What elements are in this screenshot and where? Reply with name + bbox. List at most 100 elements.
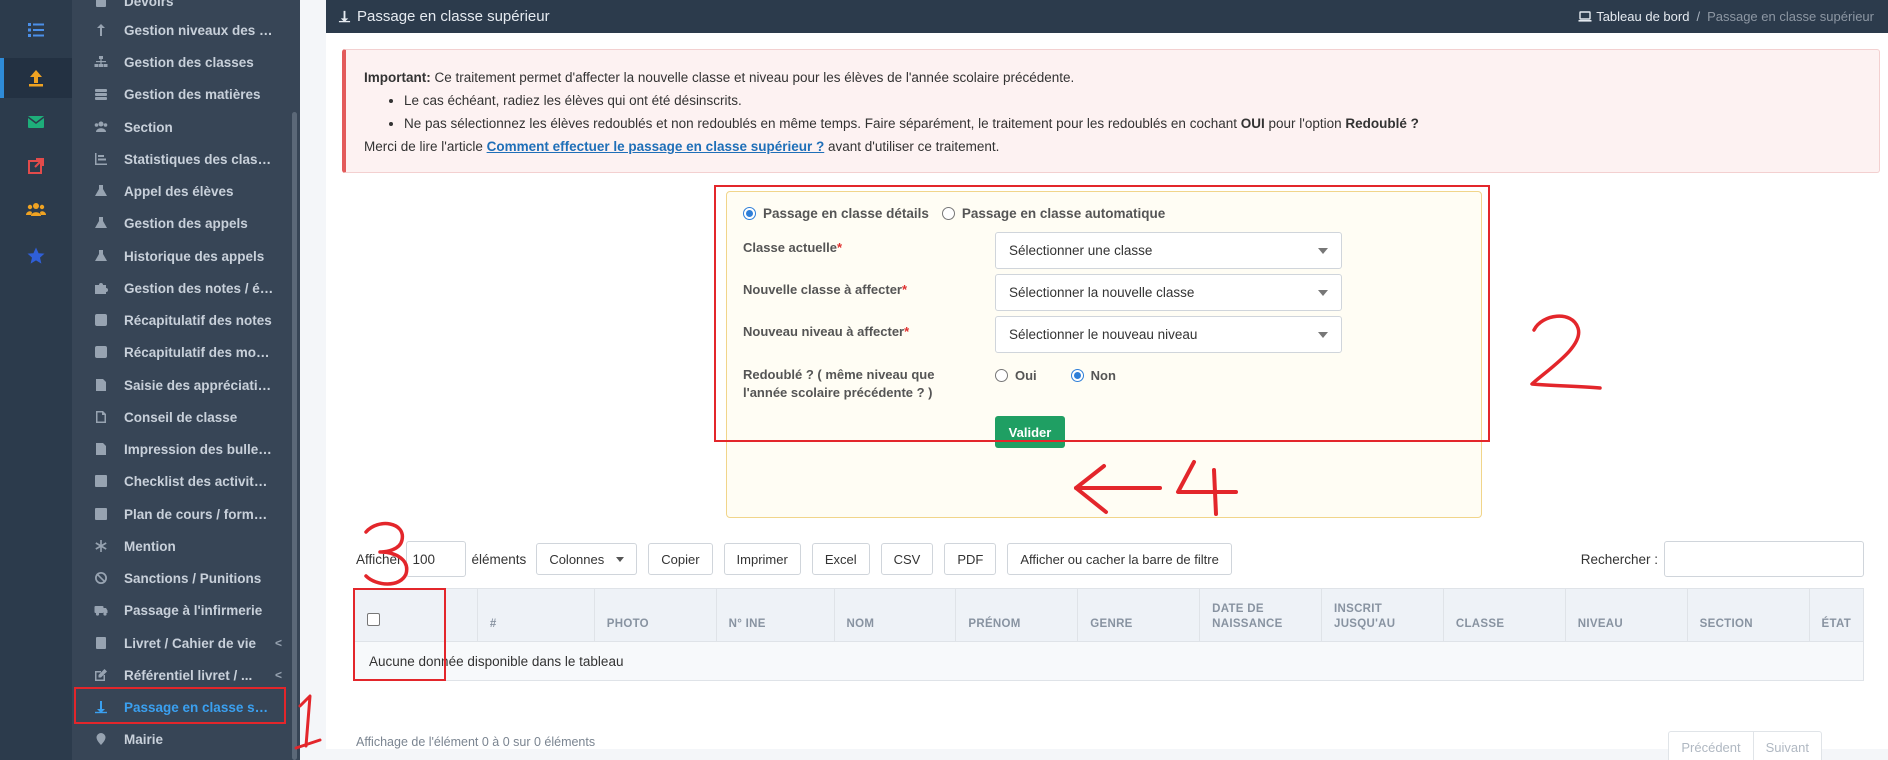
nouveau-niveau-label: Nouveau niveau à affecter*: [743, 324, 910, 339]
upload-icon[interactable]: [0, 58, 72, 98]
bar-chart-icon: [82, 152, 120, 166]
sidebar-item-appel-eleves[interactable]: Appel des élèves: [72, 175, 282, 207]
tasks-icon[interactable]: [0, 10, 72, 50]
next-page-button[interactable]: Suivant: [1752, 732, 1821, 760]
sidebar-item-conseil-classe[interactable]: Conseil de classe: [72, 401, 282, 433]
sidebar-item-label: Conseil de classe: [124, 409, 238, 425]
level-up-icon: [82, 700, 120, 714]
sidebar-item-gestion-matieres[interactable]: Gestion des matières: [72, 78, 282, 110]
redouble-options: Oui Non: [995, 368, 1116, 383]
select-all-checkbox[interactable]: [367, 613, 380, 626]
classe-actuelle-select[interactable]: Sélectionner une classe: [995, 232, 1342, 269]
caret-down-icon: [616, 556, 625, 562]
sidebar-item-statistiques[interactable]: Statistiques des classes: [72, 143, 282, 175]
sidebar-item-label: Gestion des classes: [124, 54, 254, 70]
imprimer-button[interactable]: Imprimer: [723, 543, 801, 575]
nouvelle-classe-select[interactable]: Sélectionner la nouvelle classe: [995, 274, 1342, 311]
sidebar-item-label: Appel des élèves: [124, 183, 234, 199]
copier-button[interactable]: Copier: [648, 543, 713, 575]
sidebar-item-label: Mention: [124, 538, 176, 554]
chevron-down-icon: [1318, 247, 1328, 254]
check-square-icon: [82, 345, 120, 359]
sidebar-item-livret[interactable]: Livret / Cahier de vie <: [72, 627, 282, 659]
sidebar-item-referentiel[interactable]: Référentiel livret / ... <: [72, 659, 282, 691]
mode-details-radio[interactable]: [743, 207, 756, 220]
sidebar-item-sanctions[interactable]: Sanctions / Punitions: [72, 562, 282, 594]
icon-rail: [0, 0, 72, 760]
sidebar-scrollbar[interactable]: [292, 112, 297, 760]
toggle-filter-button[interactable]: Afficher ou cacher la barre de filtre: [1007, 543, 1232, 575]
sidebar-item-historique-appels[interactable]: Historique des appels: [72, 240, 282, 272]
sidebar-item-label: Gestion des matières: [124, 86, 261, 102]
sidebar-item-plan-cours[interactable]: Plan de cours / formati...: [72, 498, 282, 530]
sidebar-item-gestion-classes[interactable]: Gestion des classes: [72, 46, 282, 78]
column-header[interactable]: INSCRIT JUSQU'AU: [1321, 589, 1443, 642]
column-header[interactable]: PRÉNOM: [955, 589, 1077, 642]
sidebar-item-label: Récapitulatif des moye...: [124, 344, 274, 360]
column-header[interactable]: NOM: [833, 589, 956, 642]
map-marker-icon: [82, 732, 120, 746]
envelope-icon[interactable]: [0, 102, 72, 142]
sidebar-item-label: Checklist des activités ...: [124, 473, 274, 489]
database-icon: [82, 87, 120, 101]
column-header[interactable]: N° INE: [715, 589, 834, 642]
help-article-link[interactable]: Comment effectuer le passage en classe s…: [487, 139, 825, 154]
colonnes-button[interactable]: Colonnes: [536, 543, 638, 575]
sidebar-item-section[interactable]: Section: [72, 111, 282, 143]
pdf-button[interactable]: PDF: [944, 543, 997, 575]
column-header[interactable]: #: [476, 589, 594, 642]
column-header[interactable]: GENRE: [1077, 589, 1199, 642]
mode-auto-radio[interactable]: [941, 207, 955, 220]
sidebar-item-recap-moyennes[interactable]: Récapitulatif des moye...: [72, 336, 282, 368]
star-icon[interactable]: [0, 236, 72, 276]
nouveau-niveau-select[interactable]: Sélectionner le nouveau niveau: [995, 316, 1342, 353]
sidebar-item-recap-notes[interactable]: Récapitulatif des notes: [72, 304, 282, 336]
file-icon: [82, 378, 120, 392]
select-all-header: [355, 589, 477, 642]
students-table: # PHOTO N° INE NOM PRÉNOM GENRE DATE DE …: [354, 588, 1864, 681]
sidebar-item-label: Plan de cours / formati...: [124, 506, 274, 522]
column-header[interactable]: NIVEAU: [1564, 589, 1687, 642]
previous-page-button[interactable]: Précédent: [1669, 732, 1752, 760]
classe-actuelle-label: Classe actuelle*: [743, 240, 843, 255]
redouble-oui-radio[interactable]: [995, 369, 1008, 382]
page-title: Passage en classe supérieur: [338, 8, 550, 25]
csv-button[interactable]: CSV: [880, 543, 934, 575]
sidebar-item-impression-bulletins[interactable]: Impression des bulletins: [72, 433, 282, 465]
external-link-icon[interactable]: [0, 146, 72, 186]
sidebar-item-saisie-appreciations[interactable]: Saisie des appréciations: [72, 369, 282, 401]
edit-icon: [82, 668, 120, 682]
sidebar-item-label: Sanctions / Punitions: [124, 570, 262, 586]
column-header[interactable]: SECTION: [1686, 589, 1809, 642]
book-icon: [82, 636, 120, 650]
important-alert: Important: Ce traitement permet d'affect…: [342, 49, 1880, 173]
chevron-left-icon: <: [274, 636, 282, 650]
page-length-input[interactable]: 100: [405, 541, 466, 577]
search-input[interactable]: [1664, 541, 1864, 577]
users-icon: [82, 120, 120, 134]
file-outline-icon: [82, 410, 120, 424]
excel-button[interactable]: Excel: [811, 543, 870, 575]
page-header: Passage en classe supérieur Tableau de b…: [326, 0, 1888, 33]
users-icon[interactable]: [0, 190, 72, 230]
sidebar-item-checklist[interactable]: Checklist des activités ...: [72, 465, 282, 497]
puzzle-icon: [82, 281, 120, 295]
breadcrumb-separator: /: [1696, 9, 1701, 24]
breadcrumb-home[interactable]: Tableau de bord: [1578, 9, 1689, 24]
sidebar-item-gestion-notes[interactable]: Gestion des notes / év...: [72, 272, 282, 304]
valider-button[interactable]: Valider: [995, 416, 1065, 448]
column-header[interactable]: CLASSE: [1442, 589, 1565, 642]
sidebar-item-infirmerie[interactable]: Passage à l'infirmerie: [72, 594, 282, 626]
sidebar-item-gestion-appels[interactable]: Gestion des appels: [72, 207, 282, 239]
sidebar-item-label: Section: [124, 119, 173, 135]
column-header[interactable]: PHOTO: [593, 589, 716, 642]
column-header[interactable]: ÉTAT: [1808, 589, 1864, 642]
sidebar-item-mention[interactable]: Mention: [72, 530, 282, 562]
passage-form: Passage en classe détails Passage en cla…: [726, 191, 1482, 518]
sidebar-item-passage-classe[interactable]: Passage en classe sup...: [72, 691, 282, 723]
sidebar-item-mairie[interactable]: Mairie: [72, 723, 282, 755]
flask-icon: [82, 216, 120, 230]
sidebar-item-gestion-niveaux[interactable]: Gestion niveaux des cl...: [72, 14, 282, 46]
column-header[interactable]: DATE DE NAISSANCE: [1199, 589, 1321, 642]
redouble-non-radio[interactable]: [1070, 369, 1084, 382]
